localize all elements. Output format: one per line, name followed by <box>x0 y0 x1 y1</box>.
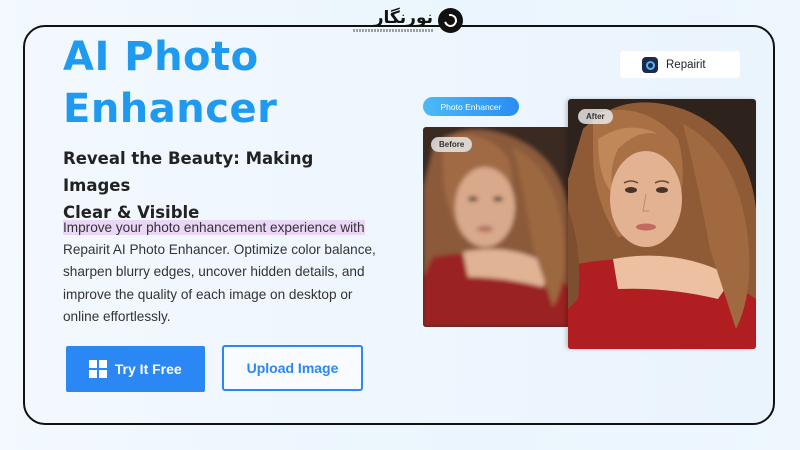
watermark-tagline-decoration <box>353 29 433 32</box>
after-portrait-image <box>568 99 756 349</box>
repairit-logo-icon <box>642 56 658 73</box>
upload-image-label: Upload Image <box>246 360 339 376</box>
watermark-text: نورنگار <box>373 8 433 28</box>
photo-enhancer-pill: Photo Enhancer <box>423 97 519 116</box>
repairit-brand[interactable]: Repairit <box>620 51 740 78</box>
hero-card: AI Photo Enhancer Reveal the Beauty: Mak… <box>23 25 775 425</box>
watermark-logo-icon <box>438 8 463 33</box>
upload-image-button[interactable]: Upload Image <box>222 345 363 391</box>
description-line: sharpen blurry edges, uncover hidden det… <box>63 264 365 280</box>
try-it-free-button[interactable]: Try It Free <box>66 346 205 392</box>
description-line: online effortlessly. <box>63 308 171 324</box>
brand-name: Repairit <box>666 58 706 71</box>
hero-subtitle: Reveal the Beauty: Making Images Clear &… <box>63 145 383 226</box>
before-photo: Before <box>423 127 570 327</box>
before-portrait-image <box>423 127 570 327</box>
title-line-2: Enhancer <box>63 86 278 132</box>
hero-description: Improve your photo enhancement experienc… <box>63 217 393 328</box>
windows-icon <box>89 360 107 378</box>
pill-label: Photo Enhancer <box>440 101 502 112</box>
try-it-free-label: Try It Free <box>114 361 182 377</box>
after-photo: After <box>568 99 756 349</box>
description-line: Repairit AI Photo Enhancer. Optimize col… <box>63 242 376 258</box>
after-tag: After <box>578 109 613 124</box>
title-line-1: AI Photo <box>63 34 259 80</box>
subtitle-line-1: Reveal the Beauty: Making Images <box>63 149 314 195</box>
description-line: Improve your photo enhancement experienc… <box>63 220 365 235</box>
description-line: improve the quality of each image on des… <box>63 286 353 302</box>
before-tag: Before <box>431 137 473 152</box>
site-watermark: نورنگار <box>353 8 463 36</box>
page-title: AI Photo Enhancer <box>63 31 277 135</box>
